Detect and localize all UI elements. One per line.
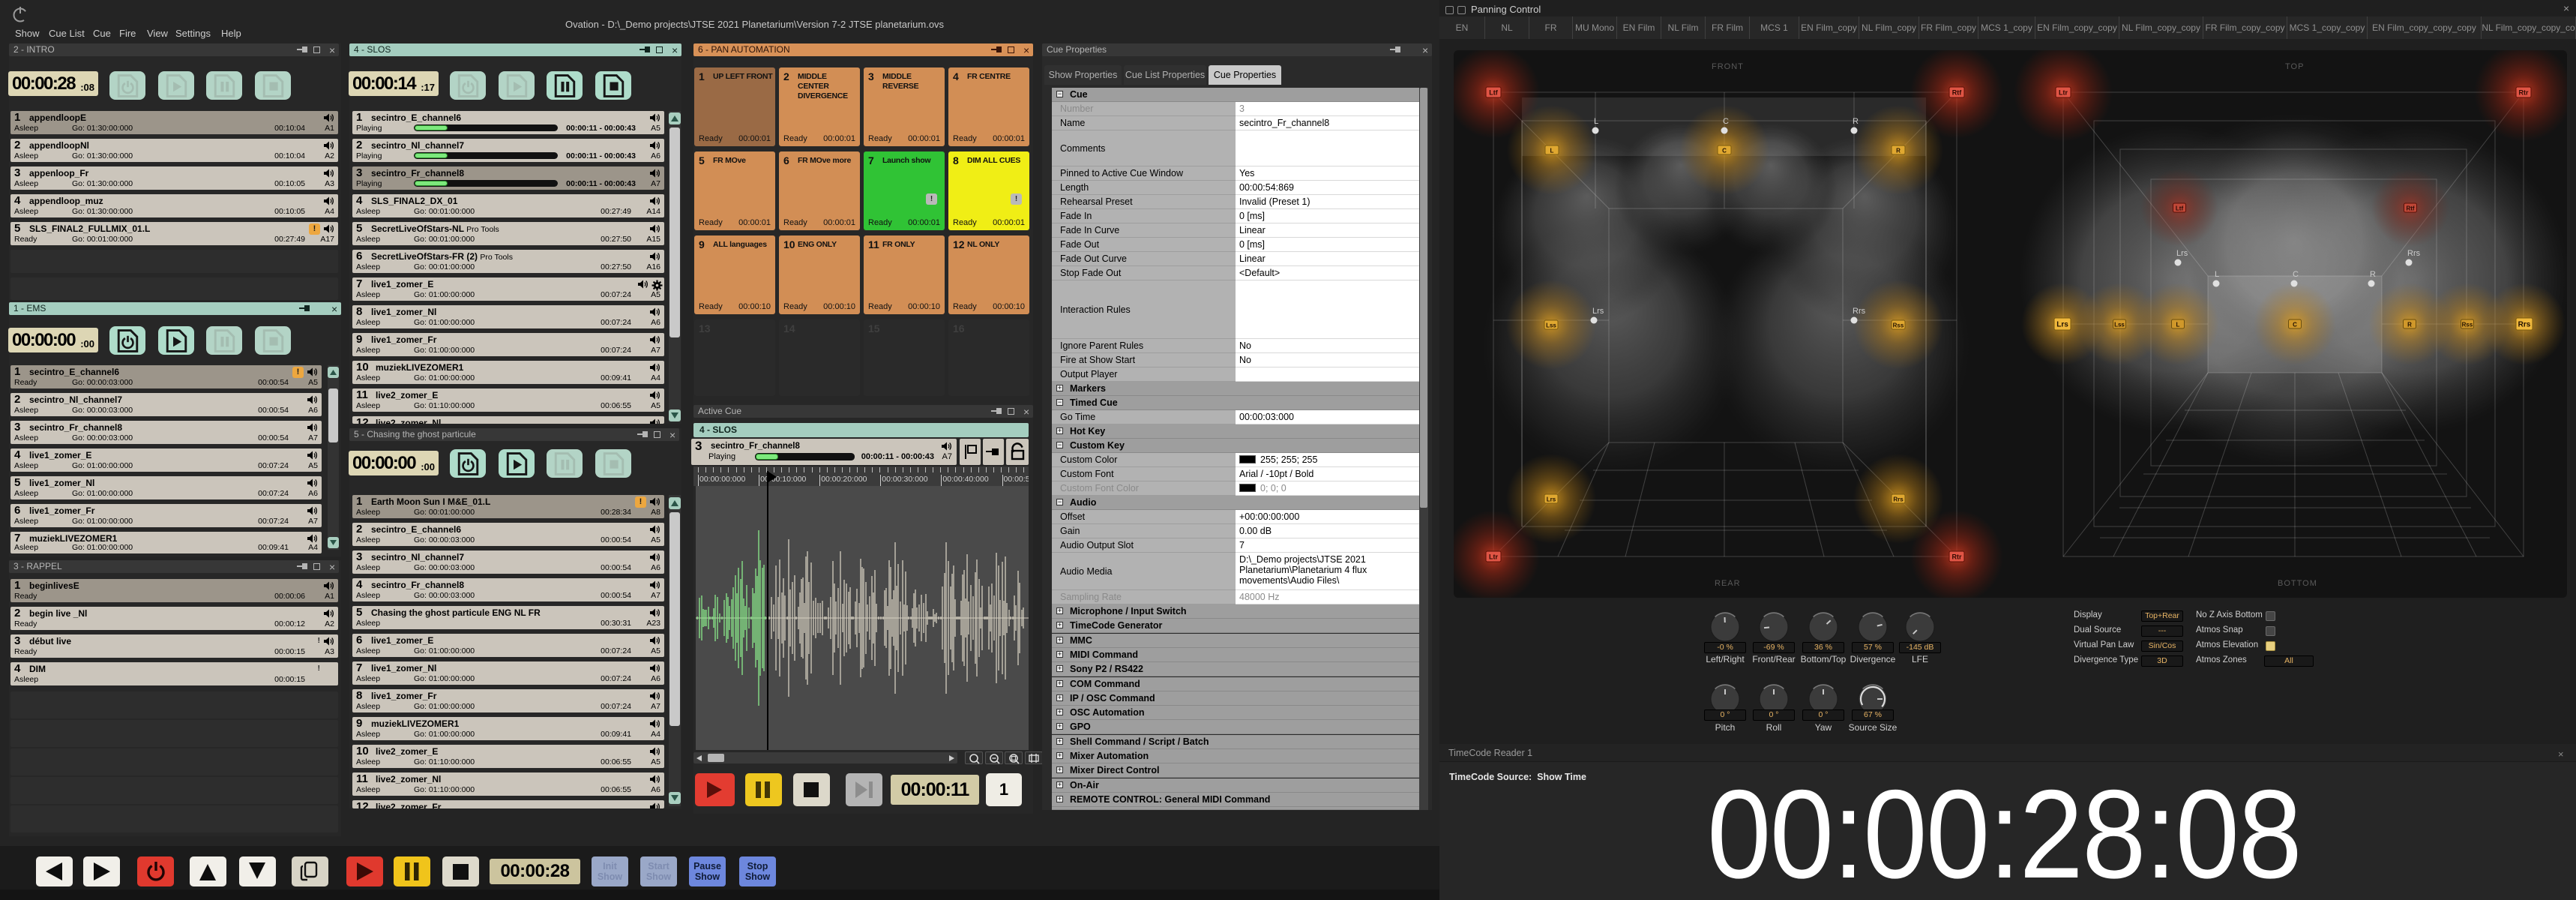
svg-text:C: C xyxy=(2293,270,2299,279)
svg-text:Rrs: Rrs xyxy=(2518,321,2531,329)
svg-text:Rrs: Rrs xyxy=(1853,307,1866,316)
svg-text:Ltf: Ltf xyxy=(1489,89,1498,97)
svg-text:R: R xyxy=(1853,117,1859,126)
svg-text:Rtf: Rtf xyxy=(2406,206,2414,212)
svg-text:Lss: Lss xyxy=(2114,322,2125,328)
svg-text:Rss: Rss xyxy=(1893,322,1904,329)
svg-text:Ltf: Ltf xyxy=(2176,206,2184,212)
svg-text:L: L xyxy=(2176,322,2180,328)
svg-text:C: C xyxy=(2293,322,2297,328)
svg-text:Ltr: Ltr xyxy=(2059,89,2068,97)
svg-text:Rss: Rss xyxy=(2462,322,2473,328)
svg-text:Lrs: Lrs xyxy=(1547,496,1556,503)
svg-text:Rtf: Rtf xyxy=(1952,89,1962,97)
svg-text:C: C xyxy=(1722,148,1727,154)
svg-text:L: L xyxy=(1550,148,1554,154)
svg-text:Rrs: Rrs xyxy=(1893,496,1904,503)
svg-text:L: L xyxy=(2215,270,2219,279)
svg-text:R: R xyxy=(2407,322,2412,328)
svg-text:Ltr: Ltr xyxy=(1489,554,1498,561)
svg-text:R: R xyxy=(2370,270,2376,279)
svg-text:L: L xyxy=(1594,117,1598,126)
svg-text:R: R xyxy=(1896,148,1901,154)
svg-text:Lrs: Lrs xyxy=(1592,307,1604,316)
svg-text:Lss: Lss xyxy=(1546,322,1556,329)
svg-text:C: C xyxy=(1723,117,1729,126)
svg-text:Lrs: Lrs xyxy=(2176,249,2188,258)
svg-text:Rtr: Rtr xyxy=(2519,89,2529,97)
svg-text:Rrs: Rrs xyxy=(2407,249,2421,258)
svg-text:Lrs: Lrs xyxy=(2056,321,2068,329)
svg-text:Rtr: Rtr xyxy=(1952,554,1962,561)
